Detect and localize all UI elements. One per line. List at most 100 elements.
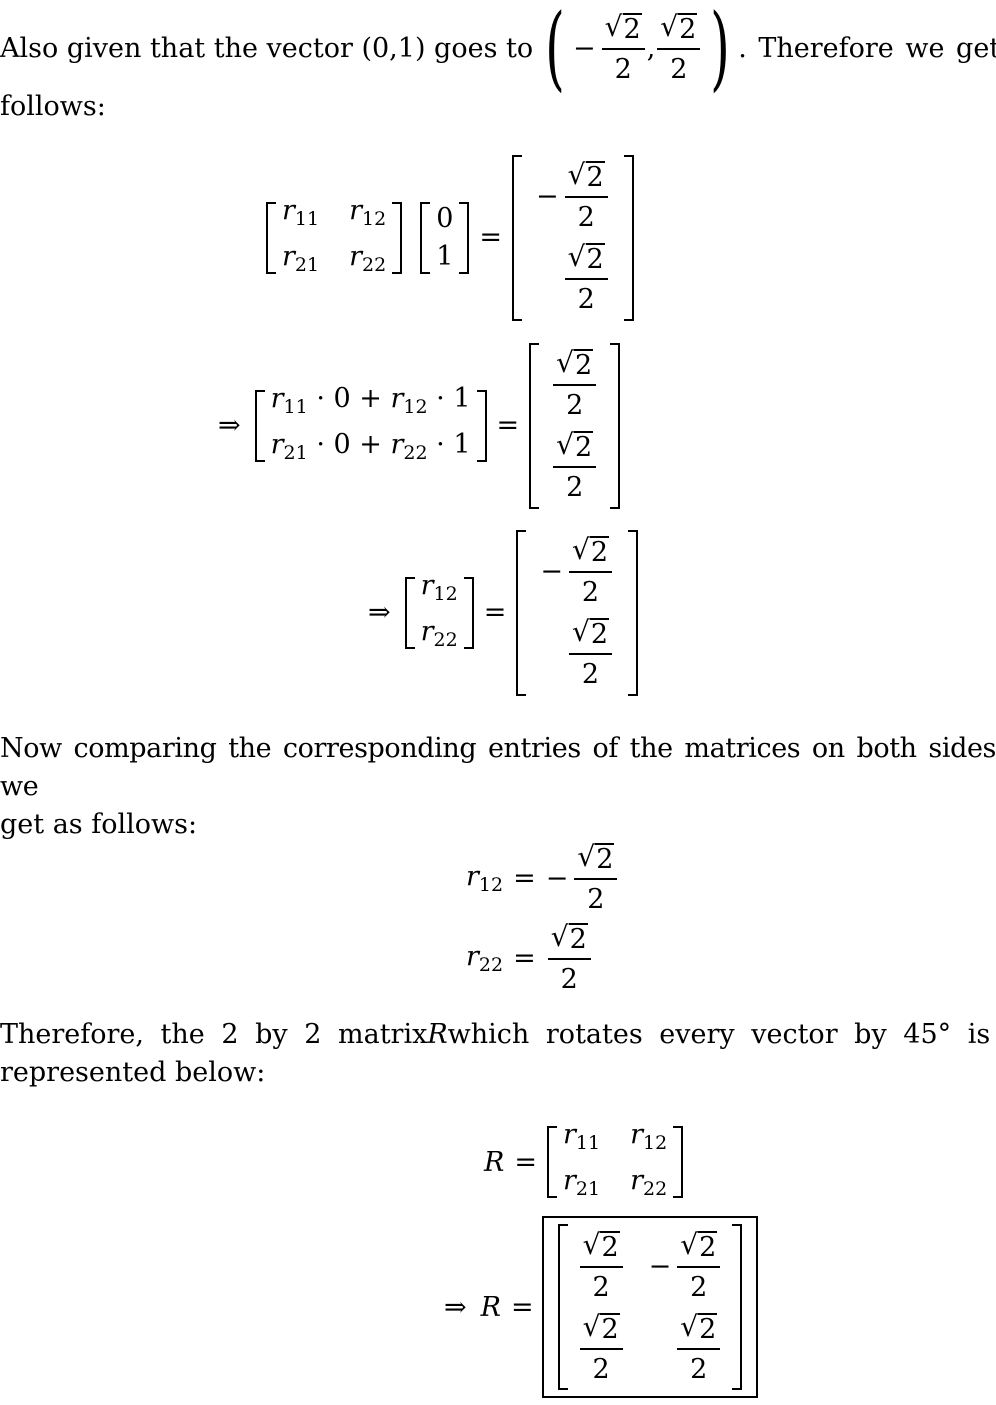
math-element: √ 2 [568, 239, 605, 275]
subscript: 12 [362, 207, 387, 230]
denominator: 2 [690, 1353, 708, 1385]
numerator: √ 2 [564, 157, 608, 198]
fraction: √ 2 2 [574, 839, 618, 918]
radical-sign: √ [556, 346, 574, 379]
subscript: 12 [643, 1132, 668, 1154]
subscript: 21 [575, 1178, 601, 1200]
radical-sign: √ [660, 9, 679, 43]
math-element: r12 [421, 567, 458, 613]
radical-sign: √ [567, 158, 586, 191]
math-element: · 0 + [308, 429, 391, 460]
math-element: r21 r22 [563, 1162, 667, 1208]
math-element: 2 [600, 1312, 620, 1345]
math-element: 2 [568, 922, 588, 955]
radical-sign: √ [571, 533, 590, 566]
rhs-vector: √ 2 2 √ 2 2 [529, 342, 621, 509]
math-element: r21 · 0 + r22 · 1 [271, 426, 471, 472]
math-element: r [390, 382, 404, 414]
math-element: r22 [466, 941, 503, 976]
numerator: √ 2 [553, 345, 597, 386]
numerator: √ 2 [677, 1309, 721, 1350]
math-element: which rotates every vector by 45° is as [447, 1019, 996, 1050]
math-element: r [282, 240, 295, 272]
math-element: √ 2 2 [551, 426, 598, 508]
rotation-matrix-result: ⇒ R = √ 2 2 − √ 2 2 √ 2 2 √ 2 2 [444, 1210, 759, 1404]
math-element: √ 2 2 [551, 344, 598, 426]
fraction: √ 2 2 [553, 345, 597, 424]
radical-sign: √ [582, 1227, 601, 1261]
math-element: 01 [436, 200, 453, 276]
rotation-matrix: √ 2 2 − √ 2 2 √ 2 2 √ 2 2 [557, 1224, 743, 1390]
subscript: 12 [403, 395, 428, 418]
math-element: r [466, 860, 479, 892]
math-element: √ 2 [577, 839, 615, 875]
math-element: r [390, 428, 404, 460]
math-element: r22 [630, 1162, 667, 1208]
fraction: √ 2 2 [564, 157, 608, 236]
numerator: √ 2 [579, 1309, 623, 1350]
conclusion-paragraph: Therefore, the 2 by 2 matrix R which rot… [0, 1016, 996, 1092]
math-element: r [562, 1119, 576, 1150]
fraction: √ 2 2 [568, 532, 613, 611]
numerator: √ 2 [564, 239, 608, 280]
fraction: √ 2 2 [601, 9, 645, 88]
math-element: r12 [466, 861, 503, 896]
numerator: √ 2 [553, 427, 597, 468]
equals-sign: = [513, 942, 536, 974]
math-element: · 0 + [316, 382, 391, 414]
subscript: 22 [643, 1178, 668, 1200]
math-element: 1 [436, 240, 454, 272]
subscript: 21 [283, 441, 308, 464]
left-paren: ( [545, 0, 565, 101]
numerator: √ 2 [677, 1227, 721, 1268]
intro-text-before: Also given that the vector (0,1) goes to [0, 32, 534, 64]
math-element: 2 [585, 161, 605, 193]
math-element: 2 [678, 12, 698, 45]
math-element: r [562, 1165, 576, 1196]
denominator: 2 [566, 472, 584, 503]
math-element: Now comparing the corresponding entries … [0, 733, 996, 802]
radical-sign: √ [604, 9, 623, 43]
subscript: 12 [478, 873, 504, 896]
denominator: 2 [577, 284, 595, 315]
math-element: 2 [589, 536, 610, 568]
math-element: 2 [573, 431, 594, 463]
subscript: 22 [362, 253, 387, 276]
math-element: r11 [563, 1116, 600, 1162]
subscript: 21 [294, 253, 320, 276]
numerator: √ 2 [574, 839, 618, 880]
math-element: − √ 2 2 [649, 1227, 723, 1306]
numerator: √ 2 [568, 532, 613, 573]
math-element: √ 2 [680, 1309, 718, 1345]
math-element: Therefore, the 2 by 2 matrix [0, 1019, 428, 1050]
math-element: r [270, 382, 284, 414]
math-element: r [349, 194, 363, 226]
math-element: r [282, 194, 295, 226]
denominator: 2 [592, 1353, 610, 1385]
equation-3: ⇒ r12 r22 = − √ 2 2 √ 2 2 [368, 525, 638, 700]
minus-sign: − [536, 181, 559, 212]
math-element: − √ 2 2 [536, 156, 610, 238]
vector-0-1: 01 [420, 200, 470, 276]
math-element: √ 2 [583, 1227, 620, 1263]
subscript: 22 [478, 953, 504, 976]
math-element: r11 r 12 [563, 1116, 667, 1162]
fraction: √ 2 2 [677, 1227, 721, 1306]
math-element: r [420, 569, 434, 601]
equation-1: r11 r12 r21 r22 01 = − √ 2 2 √ 2 2 [266, 150, 634, 325]
math-element: r [420, 615, 434, 647]
subscript: 11 [294, 207, 320, 230]
equals-sign: = [483, 597, 507, 628]
implies-arrow: ⇒ [218, 410, 241, 441]
intro-line-1: Also given that the vector (0,1) goes to… [0, 2, 996, 94]
math-element: √ 2 2 − √ 2 2 [578, 1225, 723, 1307]
numerator: √ 2 [547, 919, 591, 960]
math-element: 2 [698, 1312, 718, 1345]
math-element: R [427, 1019, 448, 1050]
fraction: √ 2 2 [579, 1309, 623, 1388]
subscript: 22 [403, 441, 428, 464]
math-element: r [270, 428, 284, 460]
fraction: √ 2 2 [579, 1227, 623, 1306]
math-element: r21 [282, 238, 319, 284]
radical-sign: √ [567, 240, 586, 273]
